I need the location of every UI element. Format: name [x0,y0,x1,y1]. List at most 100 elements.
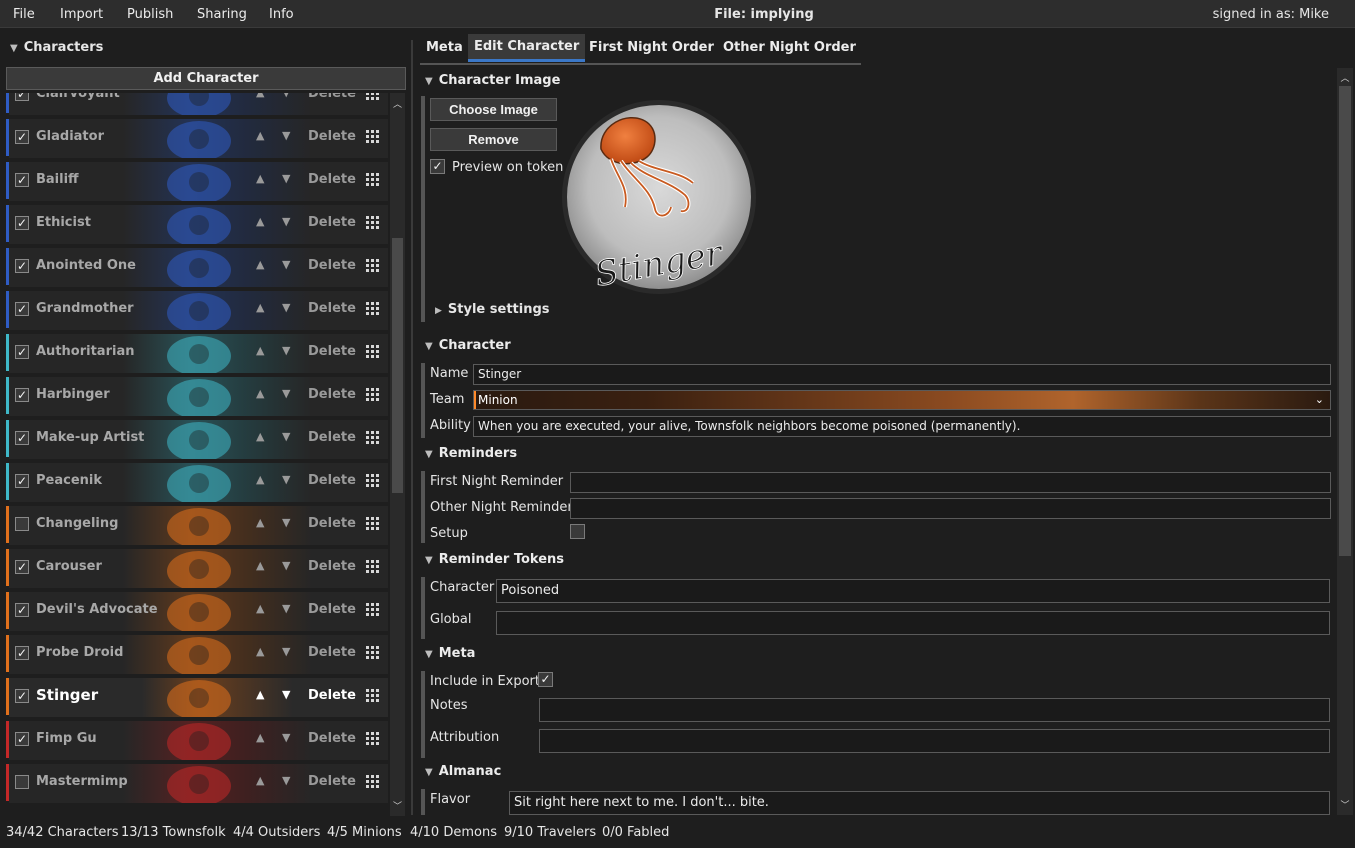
delete-character-button[interactable]: Delete [308,258,356,273]
remove-image-button[interactable]: Remove [430,128,557,151]
character-row[interactable]: ✓ Grandmother ▲ ▼ Delete [6,289,388,330]
character-enabled-checkbox[interactable]: ✓ [15,474,29,488]
delete-character-button[interactable]: Delete [308,774,356,789]
character-enabled-checkbox[interactable]: ✓ [15,560,29,574]
move-down-icon[interactable]: ▼ [282,645,290,658]
move-down-icon[interactable]: ▼ [282,258,290,271]
move-up-icon[interactable]: ▲ [256,215,264,228]
delete-character-button[interactable]: Delete [308,387,356,402]
drag-handle-icon[interactable] [366,173,380,187]
move-up-icon[interactable]: ▲ [256,387,264,400]
character-enabled-checkbox[interactable]: ✓ [15,689,29,703]
move-down-icon[interactable]: ▼ [282,731,290,744]
character-row[interactable]: ✓ Stinger ▲ ▼ Delete [6,676,388,717]
character-enabled-checkbox[interactable]: ✓ [15,431,29,445]
move-up-icon[interactable]: ▲ [256,602,264,615]
drag-handle-icon[interactable] [366,216,380,230]
scroll-up-icon[interactable]: ︿ [390,97,405,110]
tab-meta[interactable]: Meta [426,40,463,55]
move-down-icon[interactable]: ▼ [282,129,290,142]
tab-edit-character[interactable]: Edit Character [468,34,586,62]
editor-scrollbar[interactable]: ︿ ﹀ [1337,68,1353,815]
move-down-icon[interactable]: ▼ [282,93,290,99]
tab-first-night-order[interactable]: First Night Order [589,40,714,55]
attribution-input[interactable] [539,729,1330,753]
style-settings-toggle[interactable]: ▶ Style settings [435,302,550,317]
move-up-icon[interactable]: ▲ [256,430,264,443]
add-character-button[interactable]: Add Character [6,67,406,90]
character-row[interactable]: Mastermimp ▲ ▼ Delete [6,762,388,803]
other-night-reminder-input[interactable] [570,498,1331,519]
drag-handle-icon[interactable] [366,732,380,746]
drag-handle-icon[interactable] [366,603,380,617]
move-up-icon[interactable]: ▲ [256,645,264,658]
move-up-icon[interactable]: ▲ [256,172,264,185]
move-up-icon[interactable]: ▲ [256,129,264,142]
move-down-icon[interactable]: ▼ [282,387,290,400]
move-up-icon[interactable]: ▲ [256,301,264,314]
drag-handle-icon[interactable] [366,560,380,574]
delete-character-button[interactable]: Delete [308,129,356,144]
character-row[interactable]: ✓ Ethicist ▲ ▼ Delete [6,203,388,244]
panel-divider[interactable] [411,40,413,815]
character-enabled-checkbox[interactable]: ✓ [15,130,29,144]
move-up-icon[interactable]: ▲ [256,473,264,486]
drag-handle-icon[interactable] [366,431,380,445]
ability-input[interactable]: When you are executed, your alive, Towns… [473,416,1331,437]
delete-character-button[interactable]: Delete [308,93,356,101]
character-row[interactable]: ✓ Carouser ▲ ▼ Delete [6,547,388,588]
name-input[interactable]: Stinger [473,364,1331,385]
character-enabled-checkbox[interactable]: ✓ [15,603,29,617]
delete-character-button[interactable]: Delete [308,215,356,230]
characters-header[interactable]: ▼ Characters [10,40,103,55]
include-in-export-checkbox[interactable]: ✓ [538,672,553,687]
scroll-down-icon[interactable]: ﹀ [1337,798,1353,811]
move-down-icon[interactable]: ▼ [282,473,290,486]
drag-handle-icon[interactable] [366,130,380,144]
move-down-icon[interactable]: ▼ [282,559,290,572]
setup-checkbox[interactable] [570,524,585,539]
drag-handle-icon[interactable] [366,93,380,101]
delete-character-button[interactable]: Delete [308,645,356,660]
drag-handle-icon[interactable] [366,517,380,531]
reminder-character-input[interactable]: Poisoned [496,579,1330,603]
character-enabled-checkbox[interactable]: ✓ [15,732,29,746]
drag-handle-icon[interactable] [366,689,380,703]
drag-handle-icon[interactable] [366,345,380,359]
move-up-icon[interactable]: ▲ [256,93,264,99]
first-night-reminder-input[interactable] [570,472,1331,493]
move-up-icon[interactable]: ▲ [256,516,264,529]
delete-character-button[interactable]: Delete [308,559,356,574]
move-up-icon[interactable]: ▲ [256,344,264,357]
drag-handle-icon[interactable] [366,259,380,273]
drag-handle-icon[interactable] [366,646,380,660]
character-enabled-checkbox[interactable]: ✓ [15,173,29,187]
character-enabled-checkbox[interactable] [15,775,29,789]
flavor-input[interactable]: Sit right here next to me. I don't... bi… [509,791,1330,815]
reminder-tokens-header[interactable]: ▼ Reminder Tokens [425,552,564,567]
character-row[interactable]: ✓ Anointed One ▲ ▼ Delete [6,246,388,287]
move-down-icon[interactable]: ▼ [282,602,290,615]
scrollbar-thumb[interactable] [392,238,403,493]
character-row[interactable]: ✓ Bailiff ▲ ▼ Delete [6,160,388,201]
move-down-icon[interactable]: ▼ [282,688,290,701]
delete-character-button[interactable]: Delete [308,344,356,359]
drag-handle-icon[interactable] [366,775,380,789]
delete-character-button[interactable]: Delete [308,516,356,531]
team-select[interactable]: Minion ⌄ [473,390,1331,410]
character-section-header[interactable]: ▼ Character [425,338,511,353]
tab-other-night-order[interactable]: Other Night Order [723,40,856,55]
delete-character-button[interactable]: Delete [308,473,356,488]
almanac-header[interactable]: ▼ Almanac [425,764,501,779]
character-enabled-checkbox[interactable]: ✓ [15,93,29,101]
character-image-header[interactable]: ▼ Character Image [425,73,560,88]
move-down-icon[interactable]: ▼ [282,215,290,228]
character-row[interactable]: ✓ Authoritarian ▲ ▼ Delete [6,332,388,373]
reminder-global-input[interactable] [496,611,1330,635]
move-down-icon[interactable]: ▼ [282,301,290,314]
scroll-up-icon[interactable]: ︿ [1337,71,1353,84]
drag-handle-icon[interactable] [366,302,380,316]
move-down-icon[interactable]: ▼ [282,430,290,443]
character-row[interactable]: ✓ Make-up Artist ▲ ▼ Delete [6,418,388,459]
move-down-icon[interactable]: ▼ [282,516,290,529]
